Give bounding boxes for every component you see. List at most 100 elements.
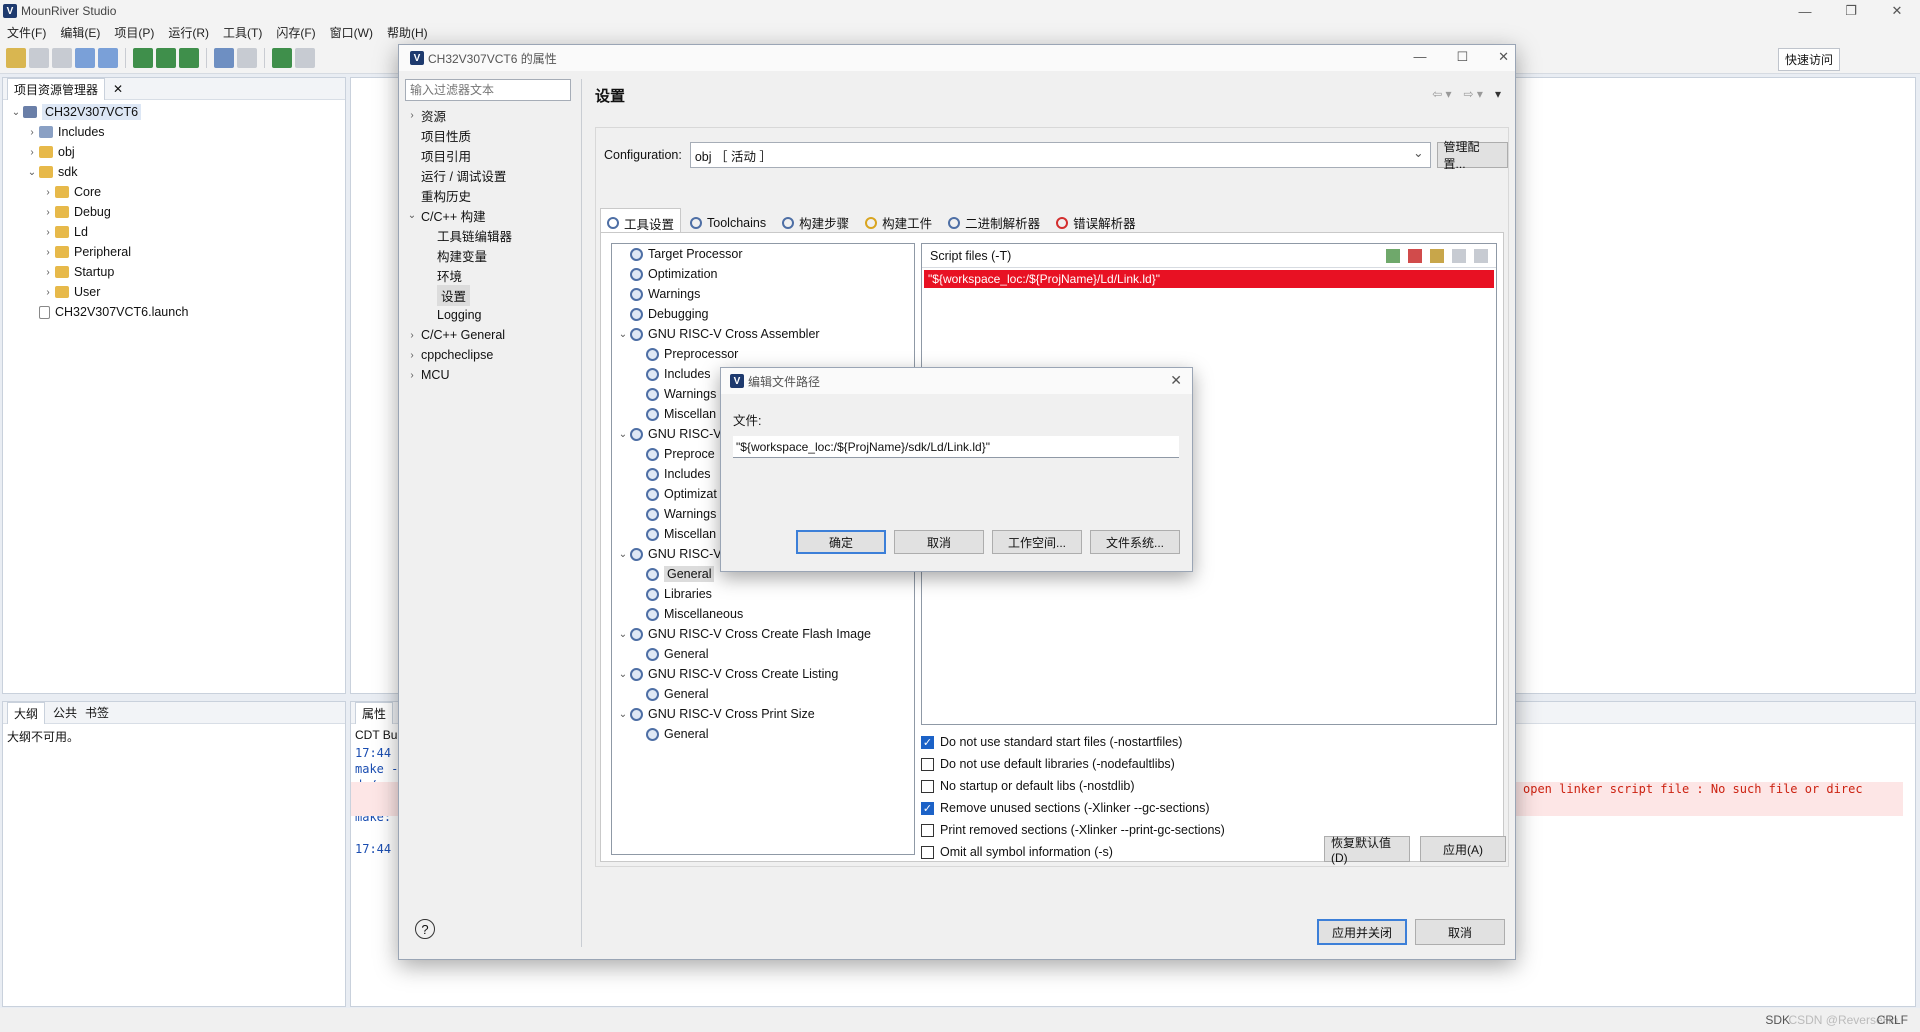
linker-option[interactable]: No startup or default libs (-nostdlib)	[921, 775, 1225, 797]
tool-tree-item[interactable]: Debugging	[612, 304, 914, 324]
project-tree-item[interactable]: CH32V307VCT6.launch	[9, 302, 345, 322]
checkbox[interactable]	[921, 779, 934, 793]
restore-defaults-button[interactable]: 恢复默认值(D)	[1324, 836, 1410, 865]
dialog-minimize-icon[interactable]: —	[1413, 49, 1426, 65]
project-tree-item[interactable]: › Peripheral	[9, 242, 345, 262]
menu-item[interactable]: 窗口(W)	[323, 24, 380, 41]
new-icon[interactable]	[6, 47, 26, 68]
filter-input[interactable]	[405, 79, 571, 101]
expand-icon[interactable]: ⌄	[616, 669, 630, 680]
nav-item[interactable]: 重构历史	[405, 185, 577, 205]
nav-item[interactable]: 运行 / 调试设置	[405, 165, 577, 185]
tool-tree-item[interactable]: Target Processor	[612, 244, 914, 264]
debug-icon[interactable]	[272, 47, 292, 68]
apply-and-close-button[interactable]: 应用并关闭	[1317, 919, 1407, 945]
project-tree-item[interactable]: › Core	[9, 182, 345, 202]
nav-item[interactable]: ⌄ C/C++ 构建	[405, 205, 577, 225]
tools-icon[interactable]	[295, 47, 315, 68]
expand-icon[interactable]: ›	[405, 330, 419, 341]
dialog-maximize-icon[interactable]: ☐	[1456, 49, 1468, 65]
project-tree-item[interactable]: › User	[9, 282, 345, 302]
tool-tree-item[interactable]: Warnings	[612, 284, 914, 304]
expand-icon[interactable]: ›	[405, 110, 419, 121]
expand-icon[interactable]: ⌄	[616, 709, 630, 720]
manage-configurations-button[interactable]: 管理配置...	[1436, 140, 1508, 171]
tool-tree-item[interactable]: Preprocessor	[612, 344, 914, 364]
menu-item[interactable]: 运行(R)	[161, 24, 216, 41]
tool-tree-item[interactable]: Libraries	[612, 584, 914, 604]
menu-item[interactable]: 帮助(H)	[380, 24, 435, 41]
window-icon[interactable]	[98, 47, 118, 68]
expand-icon[interactable]: ⌄	[405, 210, 419, 221]
tool-tree-item[interactable]: Optimization	[612, 264, 914, 284]
linker-option[interactable]: ✓ Remove unused sections (-Xlinker --gc-s…	[921, 797, 1225, 819]
tool-tree-item[interactable]: General	[612, 724, 914, 744]
move-up-icon[interactable]	[1452, 249, 1466, 263]
expand-icon[interactable]: ⌄	[616, 329, 630, 340]
linker-option[interactable]: Omit all symbol information (-s)	[921, 841, 1225, 863]
save-icon[interactable]	[29, 47, 49, 68]
tool-tree-item[interactable]: General	[612, 684, 914, 704]
quick-access-field[interactable]: 快速访问	[1777, 48, 1840, 71]
tool-tree-item[interactable]: ⌄ GNU RISC-V Cross Print Size	[612, 704, 914, 724]
tool-tree-item[interactable]: ⌄ GNU RISC-V Cross Create Listing	[612, 664, 914, 684]
erase-icon[interactable]	[237, 47, 257, 68]
filesystem-button[interactable]: 文件系统...	[1090, 530, 1180, 554]
project-tree-item[interactable]: ⌄ CH32V307VCT6	[9, 102, 345, 122]
nav-item[interactable]: › MCU	[405, 365, 577, 385]
open-type-icon[interactable]	[75, 47, 95, 68]
apply-button[interactable]: 应用(A)	[1420, 836, 1506, 862]
add-icon[interactable]	[1386, 249, 1400, 263]
save-all-icon[interactable]	[52, 47, 72, 68]
project-tree-item[interactable]: › Startup	[9, 262, 345, 282]
edit-icon[interactable]	[1430, 249, 1444, 263]
tool-tree-item[interactable]: Miscellaneous	[612, 604, 914, 624]
minimize-icon[interactable]: —	[1782, 0, 1828, 22]
cancel-button[interactable]: 取消	[1415, 919, 1505, 945]
expand-icon[interactable]: ›	[41, 227, 55, 238]
project-tree-item[interactable]: › Includes	[9, 122, 345, 142]
checkbox[interactable]: ✓	[921, 735, 934, 749]
close-tab-icon[interactable]: ✕	[113, 82, 123, 96]
menu-item[interactable]: 闪存(F)	[269, 24, 322, 41]
nav-item[interactable]: 环境	[405, 265, 577, 285]
checkbox[interactable]	[921, 757, 934, 771]
configuration-select[interactable]: obj ［ 活动 ］	[689, 142, 1431, 168]
workspace-button[interactable]: 工作空间...	[992, 530, 1082, 554]
nav-item[interactable]: Logging	[405, 305, 577, 325]
menu-item[interactable]: 文件(F)	[0, 24, 53, 41]
linker-option[interactable]: Do not use default libraries (-nodefault…	[921, 753, 1225, 775]
help-icon[interactable]: ?	[415, 919, 435, 939]
delete-icon[interactable]	[1408, 249, 1422, 263]
tool-tree-item[interactable]: ⌄ GNU RISC-V Cross Create Flash Image	[612, 624, 914, 644]
rebuild-icon[interactable]	[179, 47, 199, 68]
public-tab[interactable]: 公共	[53, 704, 77, 721]
menu-icon[interactable]: ▾	[1495, 87, 1501, 101]
script-file-entry[interactable]: "${workspace_loc:/${ProjName}/Ld/Link.ld…	[924, 270, 1494, 288]
linker-option[interactable]: Print removed sections (-Xlinker --print…	[921, 819, 1225, 841]
checkbox[interactable]: ✓	[921, 801, 934, 815]
nav-item[interactable]: 项目引用	[405, 145, 577, 165]
project-tree-item[interactable]: › obj	[9, 142, 345, 162]
menu-item[interactable]: 编辑(E)	[53, 24, 107, 41]
tool-tree-item[interactable]: General	[612, 644, 914, 664]
project-tree-item[interactable]: › Debug	[9, 202, 345, 222]
maximize-icon[interactable]: ❐	[1828, 0, 1874, 22]
ok-button[interactable]: 确定	[796, 530, 886, 554]
build-icon[interactable]	[133, 47, 153, 68]
close-icon[interactable]: ✕	[1874, 0, 1920, 22]
nav-item[interactable]: › 资源	[405, 105, 577, 125]
expand-icon[interactable]: ›	[405, 370, 419, 381]
expand-icon[interactable]: ⌄	[616, 629, 630, 640]
move-down-icon[interactable]	[1474, 249, 1488, 263]
nav-item[interactable]: 构建变量	[405, 245, 577, 265]
download-icon[interactable]	[214, 47, 234, 68]
expand-icon[interactable]: ›	[25, 147, 39, 158]
project-tree-item[interactable]: ⌄ sdk	[9, 162, 345, 182]
expand-icon[interactable]: ›	[41, 247, 55, 258]
menu-item[interactable]: 项目(P)	[107, 24, 161, 41]
expand-icon[interactable]: ⌄	[9, 107, 23, 118]
nav-item[interactable]: 工具链编辑器	[405, 225, 577, 245]
nav-item[interactable]: 项目性质	[405, 125, 577, 145]
bookmarks-tab[interactable]: 书签	[85, 704, 109, 721]
